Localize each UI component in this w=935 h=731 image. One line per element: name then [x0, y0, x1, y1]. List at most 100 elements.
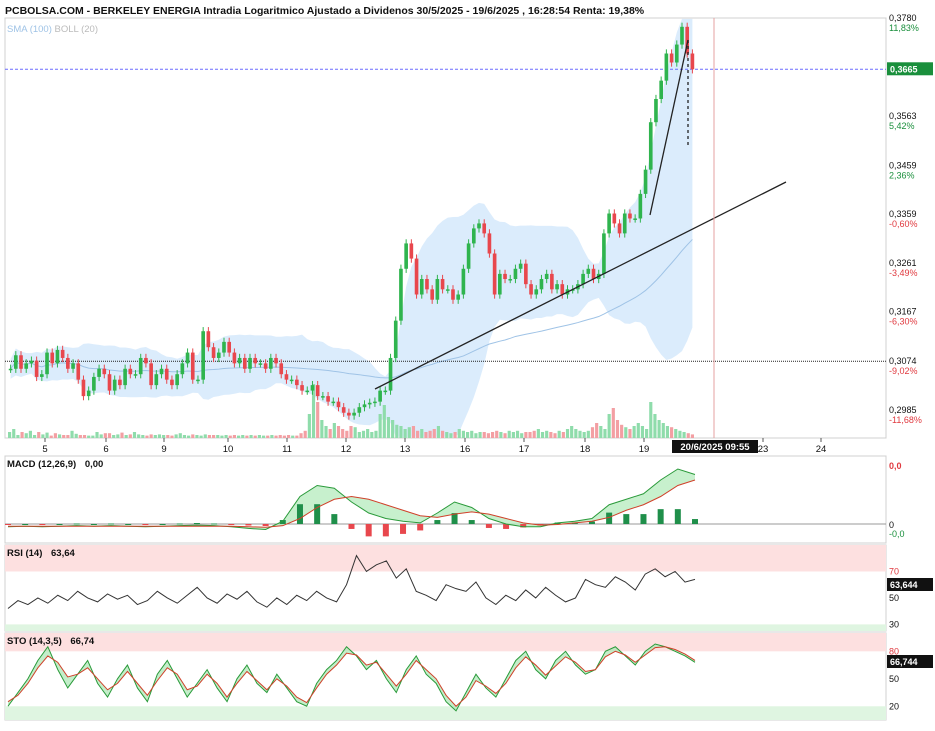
- volume-bar: [674, 429, 678, 438]
- pct-tick-label: -0,60%: [889, 219, 918, 229]
- candle-body: [581, 273, 585, 285]
- volume-bar: [32, 435, 37, 438]
- candle-body: [248, 357, 252, 369]
- rsi-tick-label: 30: [889, 619, 899, 629]
- volume-bar: [20, 432, 24, 438]
- volume-bar: [603, 429, 607, 438]
- volume-bar: [561, 432, 565, 438]
- volume-bar: [391, 420, 395, 438]
- candle-body: [388, 357, 393, 391]
- volume-bar: [599, 426, 603, 438]
- candle-body: [118, 379, 122, 386]
- volume-bar: [366, 429, 370, 438]
- macd-histogram-bar: [39, 524, 46, 525]
- rsi-tick-label: 70: [889, 566, 899, 576]
- volume-bar: [303, 430, 307, 438]
- macd-histogram-bar: [296, 504, 303, 524]
- candle-body: [128, 368, 133, 375]
- macd-histogram-bar: [400, 524, 407, 534]
- candle-body: [190, 352, 195, 380]
- candle-body: [269, 357, 273, 369]
- volume-bar: [378, 414, 382, 438]
- volume-bar: [282, 435, 286, 438]
- candle-body: [185, 352, 190, 364]
- volume-bar: [382, 405, 386, 438]
- volume-bar: [486, 433, 490, 438]
- volume-bar: [557, 430, 561, 438]
- macd-histogram-bar: [417, 524, 424, 531]
- rsi-overbought-zone: [5, 545, 886, 572]
- volume-bar: [153, 435, 157, 438]
- candle-body: [664, 53, 669, 81]
- candle-body: [461, 268, 466, 295]
- volume-bar: [549, 432, 553, 438]
- pct-tick-label: -11,68%: [889, 415, 922, 425]
- volume-bar: [436, 426, 441, 438]
- volume-bar: [632, 426, 636, 438]
- volume-bar: [657, 420, 661, 438]
- rsi-tick-label: 50: [889, 593, 899, 603]
- candle-body: [40, 374, 44, 377]
- candle-body: [66, 357, 70, 369]
- x-tick-label: 6: [103, 444, 108, 455]
- macd-histogram-bar: [56, 524, 63, 525]
- indicator-legend: SMA (100) BOLL (20): [7, 24, 98, 35]
- volume-bar: [45, 432, 49, 438]
- candle-body: [518, 263, 523, 269]
- volume-bar: [249, 435, 253, 438]
- volume-bar: [24, 433, 28, 438]
- volume-bar: [461, 430, 465, 438]
- volume-bar: [286, 435, 291, 438]
- volume-bar: [532, 430, 536, 438]
- candle-body: [196, 379, 200, 382]
- candle-body: [508, 279, 513, 281]
- candle-body: [55, 349, 60, 364]
- sto-tick-label: 50: [889, 674, 899, 684]
- sto-oversold-zone: [5, 706, 886, 720]
- volume-bar: [578, 430, 582, 438]
- volume-bar: [324, 426, 328, 438]
- candle-body: [492, 253, 497, 295]
- macd-histogram-bar: [176, 523, 183, 525]
- candle-body: [149, 363, 153, 386]
- volume-bar: [420, 429, 424, 438]
- volume-bar: [407, 427, 411, 438]
- candle-body: [258, 363, 263, 365]
- macd-histogram-bar: [193, 523, 200, 525]
- candle-body: [170, 379, 174, 386]
- rsi-label: RSI (14) 63,64: [7, 548, 75, 559]
- volume-bar: [586, 430, 590, 438]
- candle-body: [321, 396, 325, 398]
- volume-bar: [174, 434, 178, 438]
- candle-body: [529, 284, 533, 295]
- candle-body: [674, 44, 679, 63]
- volume-bar: [274, 435, 278, 438]
- x-tick-label: 9: [161, 444, 166, 455]
- candle-body: [659, 80, 663, 99]
- macd-histogram-bar: [108, 523, 115, 525]
- volume-bar: [170, 435, 174, 438]
- volume-bar: [191, 434, 195, 438]
- volume-bar: [357, 432, 361, 438]
- candle-body: [76, 363, 81, 380]
- volume-bar: [653, 414, 657, 438]
- sma-label: SMA (100): [7, 24, 52, 35]
- macd-histogram-bar: [468, 520, 475, 524]
- macd-histogram-bar: [125, 524, 132, 525]
- macd-histogram-bar: [331, 514, 338, 524]
- volume-bar: [661, 423, 665, 438]
- volume-bar: [432, 429, 436, 438]
- volume-bar: [411, 426, 416, 438]
- volume-bar: [328, 429, 332, 438]
- candle-body: [550, 273, 554, 290]
- x-tick-label: 19: [639, 444, 650, 455]
- volume-bar: [237, 435, 241, 438]
- rsi-value: 63,64: [51, 548, 75, 559]
- candle-body: [341, 407, 346, 413]
- volume-bar: [270, 435, 274, 438]
- candle-body: [373, 401, 377, 404]
- volume-bar: [370, 432, 374, 438]
- volume-bar: [336, 426, 341, 438]
- candle-body: [352, 412, 356, 416]
- sto-tick-label: 80: [889, 646, 899, 656]
